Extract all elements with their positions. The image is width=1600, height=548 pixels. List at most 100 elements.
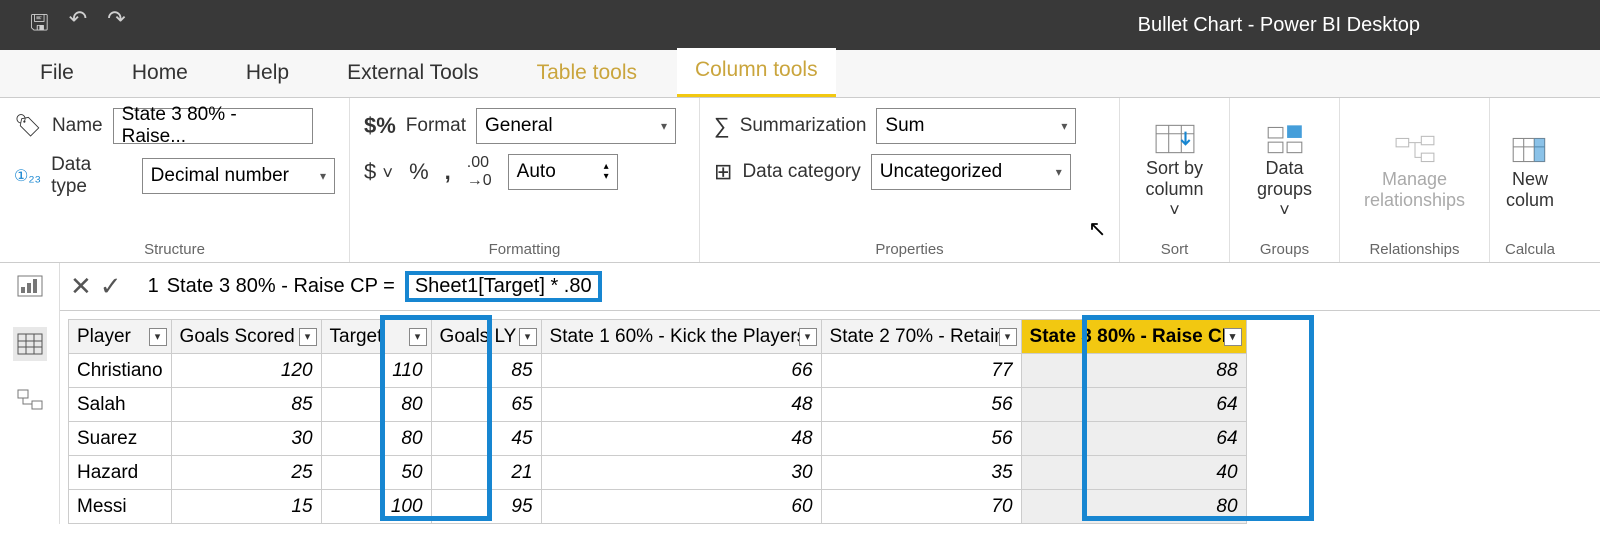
app-title: Bullet Chart - Power BI Desktop	[126, 14, 1600, 37]
filter-dropdown-icon[interactable]: ▾	[799, 328, 817, 346]
filter-dropdown-icon[interactable]: ▾	[999, 328, 1017, 346]
formula-bar[interactable]: ✕ ✓ 1 State 3 80% - Raise CP = Sheet1[Ta…	[60, 263, 1600, 311]
sum-select[interactable]: Sum▾	[876, 108, 1076, 144]
format-select[interactable]: General▾	[476, 108, 676, 144]
manage-relationships-button[interactable]: Managerelationships	[1354, 108, 1475, 235]
sigma-icon: ∑	[714, 113, 730, 139]
value-cell[interactable]: 80	[321, 422, 431, 456]
value-cell[interactable]: 77	[821, 354, 1021, 388]
value-cell[interactable]: 66	[541, 354, 821, 388]
undo-icon[interactable]: ↶	[69, 6, 87, 44]
value-cell[interactable]: 56	[821, 422, 1021, 456]
tab-file[interactable]: File	[22, 51, 92, 97]
player-cell[interactable]: Messi	[69, 490, 172, 524]
value-cell[interactable]: 95	[431, 490, 541, 524]
tab-external[interactable]: External Tools	[329, 51, 497, 97]
value-cell[interactable]: 88	[1021, 354, 1246, 388]
view-rail	[0, 263, 60, 524]
commit-formula-icon[interactable]: ✓	[100, 271, 122, 302]
category-icon: ⊞	[714, 159, 732, 185]
save-icon[interactable]: 🖫	[30, 6, 49, 44]
col-header[interactable]: Target▾	[321, 320, 431, 354]
value-cell[interactable]: 100	[321, 490, 431, 524]
value-cell[interactable]: 48	[541, 422, 821, 456]
tag-icon: 🏷	[14, 113, 42, 139]
formula-highlight: Sheet1[Target] * .80	[405, 271, 602, 302]
value-cell[interactable]: 45	[431, 422, 541, 456]
value-cell[interactable]: 110	[321, 354, 431, 388]
percent-icon[interactable]: %	[409, 159, 429, 185]
redo-icon[interactable]: ↷	[107, 6, 125, 44]
value-cell[interactable]: 85	[171, 388, 321, 422]
value-cell[interactable]: 120	[171, 354, 321, 388]
comma-icon[interactable]: ,	[445, 159, 451, 185]
player-cell[interactable]: Salah	[69, 388, 172, 422]
value-cell[interactable]: 85	[431, 354, 541, 388]
group-structure: Structure	[14, 235, 335, 258]
value-cell[interactable]: 80	[1021, 490, 1246, 524]
filter-dropdown-icon[interactable]: ▾	[149, 328, 167, 346]
group-properties: Properties	[714, 235, 1105, 258]
new-column-button[interactable]: Newcolum	[1504, 108, 1556, 235]
dtype-select[interactable]: Decimal number▾	[142, 158, 335, 194]
data-view-icon[interactable]	[13, 327, 47, 361]
name-input[interactable]: State 3 80% - Raise...	[113, 108, 313, 144]
value-cell[interactable]: 21	[431, 456, 541, 490]
col-header[interactable]: Goals Scored▾	[171, 320, 321, 354]
tab-column-tools[interactable]: Column tools	[677, 48, 836, 97]
tab-table-tools[interactable]: Table tools	[519, 51, 655, 97]
value-cell[interactable]: 56	[821, 388, 1021, 422]
filter-dropdown-icon[interactable]: ▾	[519, 328, 537, 346]
col-header[interactable]: State 1 60% - Kick the Players▾	[541, 320, 821, 354]
data-grid[interactable]: Player▾Goals Scored▾Target▾Goals LY▾Stat…	[68, 319, 1600, 524]
model-view-icon[interactable]	[13, 385, 47, 419]
data-groups-button[interactable]: Datagroups ˅	[1244, 108, 1325, 235]
filter-dropdown-icon[interactable]: ▾	[1224, 328, 1242, 346]
value-cell[interactable]: 35	[821, 456, 1021, 490]
sum-label: Summarization	[740, 115, 867, 137]
decimals-input[interactable]: Auto ▴▾	[508, 154, 618, 190]
player-cell[interactable]: Suarez	[69, 422, 172, 456]
value-cell[interactable]: 30	[171, 422, 321, 456]
formula-line: 1	[148, 275, 159, 298]
value-cell[interactable]: 64	[1021, 388, 1246, 422]
col-header[interactable]: Player▾	[69, 320, 172, 354]
group-calc: Calcula	[1504, 235, 1556, 258]
tab-help[interactable]: Help	[228, 51, 307, 97]
value-cell[interactable]: 40	[1021, 456, 1246, 490]
filter-dropdown-icon[interactable]: ▾	[299, 328, 317, 346]
group-sort: Sort	[1134, 235, 1215, 258]
format-label: Format	[406, 115, 466, 137]
col-header[interactable]: State 2 70% - Retain▾	[821, 320, 1021, 354]
ribbon: 🏷 Name State 3 80% - Raise... ①₂₃ Data t…	[0, 98, 1600, 263]
value-cell[interactable]: 25	[171, 456, 321, 490]
value-cell[interactable]: 65	[431, 388, 541, 422]
value-cell[interactable]: 64	[1021, 422, 1246, 456]
value-cell[interactable]: 15	[171, 490, 321, 524]
player-cell[interactable]: Christiano	[69, 354, 172, 388]
name-label: Name	[52, 115, 103, 137]
cancel-formula-icon[interactable]: ✕	[70, 271, 92, 302]
dtype-value: Decimal number	[151, 165, 289, 187]
auto-value: Auto	[517, 161, 556, 183]
value-cell[interactable]: 48	[541, 388, 821, 422]
col-header[interactable]: Goals LY▾	[431, 320, 541, 354]
filter-dropdown-icon[interactable]: ▾	[409, 328, 427, 346]
group-relationships: Relationships	[1354, 235, 1475, 258]
value-cell[interactable]: 80	[321, 388, 431, 422]
tab-home[interactable]: Home	[114, 51, 206, 97]
value-cell[interactable]: 50	[321, 456, 431, 490]
value-cell[interactable]: 60	[541, 490, 821, 524]
report-view-icon[interactable]	[13, 269, 47, 303]
group-groups: Groups	[1244, 235, 1325, 258]
currency-icon[interactable]: $ ˅	[364, 159, 393, 185]
title-bar: 🖫 ↶ ↷ Bullet Chart - Power BI Desktop	[0, 0, 1600, 50]
value-cell[interactable]: 30	[541, 456, 821, 490]
cat-select[interactable]: Uncategorized▾	[871, 154, 1071, 190]
col-header[interactable]: State 3 80% - Raise CP▾	[1021, 320, 1246, 354]
sort-by-column-button[interactable]: Sort bycolumn ˅	[1134, 108, 1215, 235]
decimals-icon[interactable]: .00→0	[467, 154, 492, 190]
value-cell[interactable]: 70	[821, 490, 1021, 524]
format-icon: $%	[364, 113, 396, 139]
player-cell[interactable]: Hazard	[69, 456, 172, 490]
